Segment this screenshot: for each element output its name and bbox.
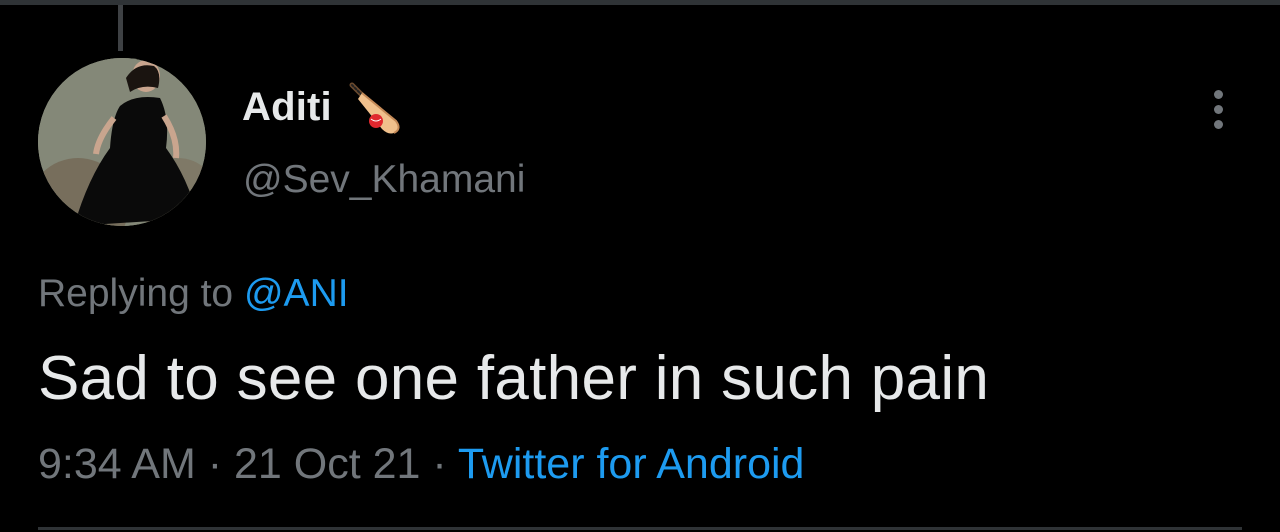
tweet-text: Sad to see one father in such pain xyxy=(38,344,990,413)
meta-separator: · xyxy=(432,440,447,488)
cricket-bat-icon xyxy=(346,77,406,137)
tweet-date[interactable]: 21 Oct 21 xyxy=(234,440,420,488)
thread-connector-line xyxy=(118,5,123,51)
tweet-meta: 9:34 AM · 21 Oct 21 · Twitter for Androi… xyxy=(38,440,804,489)
replying-prefix: Replying to xyxy=(38,272,234,315)
dot-icon xyxy=(1213,104,1223,114)
more-options-button[interactable] xyxy=(1198,86,1238,132)
replying-to-mention[interactable]: @ANI xyxy=(244,272,349,315)
tweet-source-link[interactable]: Twitter for Android xyxy=(458,440,805,488)
avatar-photo xyxy=(38,58,206,226)
user-handle[interactable]: @Sev_Khamani xyxy=(243,158,525,202)
bottom-divider xyxy=(38,527,1242,530)
author-name-row[interactable]: Aditi xyxy=(242,82,406,134)
avatar[interactable] xyxy=(38,58,206,226)
display-name[interactable]: Aditi xyxy=(242,85,332,130)
top-divider xyxy=(0,0,1280,5)
tweet-time[interactable]: 9:34 AM xyxy=(38,440,196,488)
dot-icon xyxy=(1213,89,1223,99)
replying-to-line: Replying to @ANI xyxy=(38,272,349,316)
dot-icon xyxy=(1213,119,1223,129)
meta-separator: · xyxy=(207,440,223,488)
